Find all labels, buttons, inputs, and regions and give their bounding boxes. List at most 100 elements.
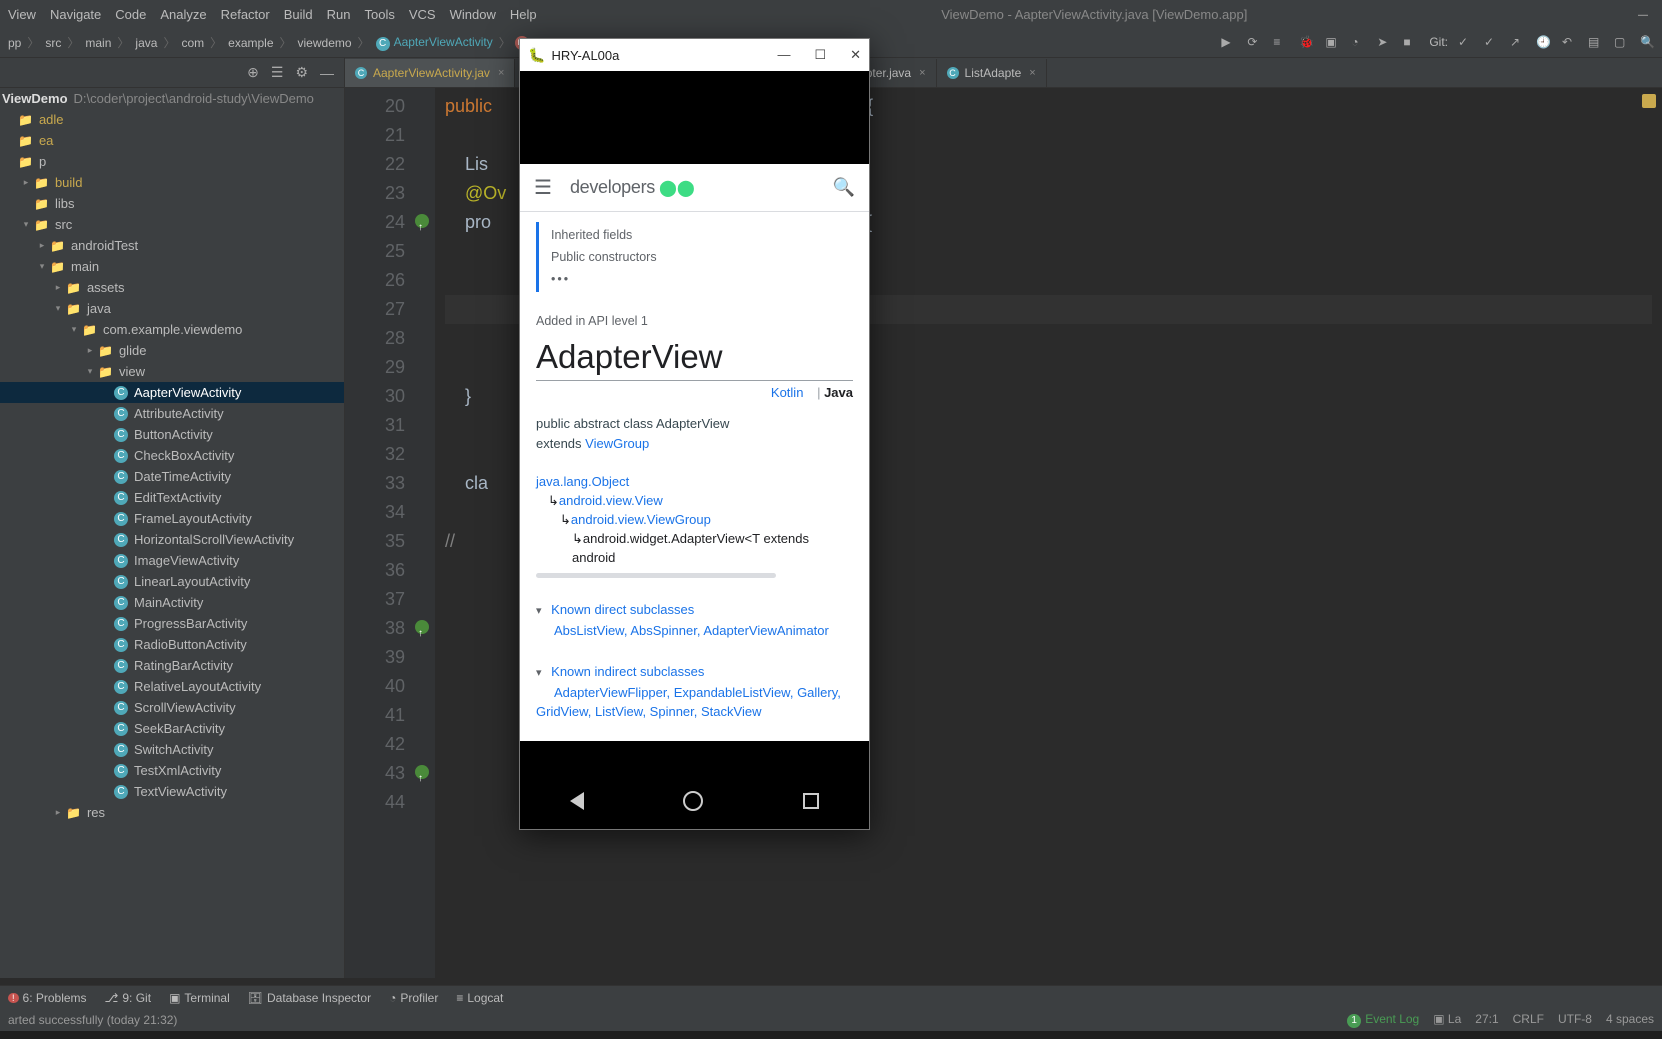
tree-item[interactable]: CTestXmlActivity — [0, 760, 344, 781]
menu-analyze[interactable]: Analyze — [160, 7, 206, 22]
tree-item[interactable]: CFrameLayoutActivity — [0, 508, 344, 529]
tree-item[interactable]: CAapterViewActivity — [0, 382, 344, 403]
hide-icon[interactable]: — — [320, 65, 334, 81]
override-gutter-icon[interactable] — [415, 214, 429, 228]
editor-gutter[interactable]: 2021222324252627282930313233343536373839… — [345, 88, 435, 978]
hamburger-icon[interactable]: ☰ — [534, 175, 552, 200]
crumb-main[interactable]: main — [85, 36, 111, 50]
tool-problems[interactable]: !6: Problems — [8, 991, 87, 1005]
emulator-maximize-icon[interactable]: ☐ — [814, 47, 826, 63]
vcs-rollback-icon[interactable]: ↶ — [1562, 35, 1578, 51]
emulator-minimize-icon[interactable]: — — [777, 47, 790, 63]
caret-position[interactable]: 27:1 — [1475, 1012, 1498, 1028]
tree-item[interactable]: 📁libs — [0, 193, 344, 214]
project-structure-icon[interactable]: ▤ — [1588, 35, 1604, 51]
menu-build[interactable]: Build — [284, 7, 313, 22]
tree-item[interactable]: CImageViewActivity — [0, 550, 344, 571]
link-object[interactable]: java.lang.Object — [536, 474, 629, 489]
known-indirect-subclasses[interactable]: ▾ Known indirect subclasses AdapterViewF… — [536, 662, 853, 721]
link-viewgroup[interactable]: ViewGroup — [585, 436, 649, 451]
tree-item[interactable]: CButtonActivity — [0, 424, 344, 445]
tree-item[interactable]: ▾📁view — [0, 361, 344, 382]
tree-item[interactable]: CMainActivity — [0, 592, 344, 613]
tree-item[interactable]: ▸📁res — [0, 802, 344, 823]
tree-item[interactable]: CSwitchActivity — [0, 739, 344, 760]
override-gutter-icon[interactable] — [415, 765, 429, 779]
tree-item[interactable]: CProgressBarActivity — [0, 613, 344, 634]
menu-window[interactable]: Window — [450, 7, 496, 22]
android-back-icon[interactable] — [570, 792, 584, 810]
tree-item[interactable]: CEditTextActivity — [0, 487, 344, 508]
tree-item[interactable]: CRelativeLayoutActivity — [0, 676, 344, 697]
tree-item[interactable]: 📁ea — [0, 130, 344, 151]
emulator-close-icon[interactable]: ✕ — [850, 47, 861, 63]
settings-icon[interactable]: ⚙ — [295, 64, 308, 81]
sdk-manager-icon[interactable]: ▢ — [1614, 35, 1630, 51]
tool-terminal[interactable]: ▣Terminal — [169, 991, 230, 1005]
line-separator[interactable]: CRLF — [1513, 1012, 1544, 1028]
lang-kotlin-tab[interactable]: Kotlin — [771, 385, 804, 400]
indent-setting[interactable]: 4 spaces — [1606, 1012, 1654, 1028]
search-icon[interactable]: 🔍 — [833, 177, 855, 198]
tree-item[interactable]: CTextViewActivity — [0, 781, 344, 802]
toc-expand-icon[interactable]: ••• — [551, 268, 853, 290]
crumb-pp[interactable]: pp — [8, 36, 21, 50]
profile-icon[interactable]: ◔ — [1351, 35, 1367, 51]
tree-item[interactable]: CRadioButtonActivity — [0, 634, 344, 655]
menu-code[interactable]: Code — [115, 7, 146, 22]
warning-indicator-icon[interactable] — [1642, 94, 1656, 108]
tool-git[interactable]: ⎇9: Git — [105, 991, 152, 1005]
coverage-icon[interactable]: ▣ — [1325, 35, 1341, 51]
debug-icon[interactable]: 🐞 — [1299, 35, 1315, 51]
avd-manager-icon[interactable]: 🔍 — [1640, 35, 1656, 51]
tree-item[interactable]: ▾📁main — [0, 256, 344, 277]
crumb-viewdemo[interactable]: viewdemo — [298, 36, 352, 50]
android-recents-icon[interactable] — [803, 793, 819, 809]
tree-item[interactable]: ▸📁androidTest — [0, 235, 344, 256]
locate-icon[interactable]: ⊕ — [247, 64, 259, 81]
tree-item[interactable]: CCheckBoxActivity — [0, 445, 344, 466]
layout-inspector-toggle[interactable]: ▣ La — [1433, 1012, 1461, 1028]
menu-navigate[interactable]: Navigate — [50, 7, 101, 22]
toc-public-constructors[interactable]: Public constructors — [551, 246, 853, 268]
menu-help[interactable]: Help — [510, 7, 537, 22]
android-home-icon[interactable] — [683, 791, 703, 811]
crumb-com[interactable]: com — [181, 36, 204, 50]
developers-brand[interactable]: developers — [570, 177, 655, 198]
lang-java-tab[interactable]: Java — [824, 385, 853, 400]
tree-item[interactable]: ▸📁glide — [0, 340, 344, 361]
menu-vcs[interactable]: VCS — [409, 7, 436, 22]
file-encoding[interactable]: UTF-8 — [1558, 1012, 1592, 1028]
crumb-src[interactable]: src — [45, 36, 61, 50]
close-tab-icon[interactable]: × — [919, 67, 925, 79]
tree-item[interactable]: ▾📁src — [0, 214, 344, 235]
tree-item[interactable]: ▾📁java — [0, 298, 344, 319]
toc-inherited-fields[interactable]: Inherited fields — [551, 224, 853, 246]
crumb-class[interactable]: CAapterViewActivity — [376, 35, 493, 51]
tree-item[interactable]: CDateTimeActivity — [0, 466, 344, 487]
tree-item[interactable]: CAttributeActivity — [0, 403, 344, 424]
tree-item[interactable]: CRatingBarActivity — [0, 655, 344, 676]
menu-view[interactable]: View — [8, 7, 36, 22]
window-minimize-icon[interactable]: – — [1638, 4, 1648, 25]
project-root-label[interactable]: ViewDemo — [2, 91, 68, 106]
editor-tab[interactable]: CListAdapte× — [937, 59, 1047, 87]
tree-item[interactable]: CHorizontalScrollViewActivity — [0, 529, 344, 550]
vcs-push-icon[interactable]: ↗ — [1510, 35, 1526, 51]
link-viewgroup2[interactable]: android.view.ViewGroup — [571, 512, 711, 527]
tree-item[interactable]: 📁p — [0, 151, 344, 172]
tool-db-inspector[interactable]: 🗄Database Inspector — [248, 991, 371, 1005]
editor-tab[interactable]: CAapterViewActivity.jav× — [345, 59, 515, 87]
horizontal-scrollbar[interactable] — [536, 573, 776, 578]
tree-item[interactable]: CSeekBarActivity — [0, 718, 344, 739]
menu-run[interactable]: Run — [327, 7, 351, 22]
menu-refactor[interactable]: Refactor — [221, 7, 270, 22]
tree-item[interactable]: ▾📁com.example.viewdemo — [0, 319, 344, 340]
apply-code-icon[interactable]: ≡ — [1273, 35, 1289, 51]
tree-item[interactable]: CScrollViewActivity — [0, 697, 344, 718]
run-icon[interactable]: ▶ — [1221, 35, 1237, 51]
tree-item[interactable]: ▸📁build — [0, 172, 344, 193]
tool-profiler[interactable]: ◔Profiler — [389, 991, 438, 1005]
crumb-java[interactable]: java — [135, 36, 157, 50]
close-tab-icon[interactable]: × — [498, 67, 504, 79]
